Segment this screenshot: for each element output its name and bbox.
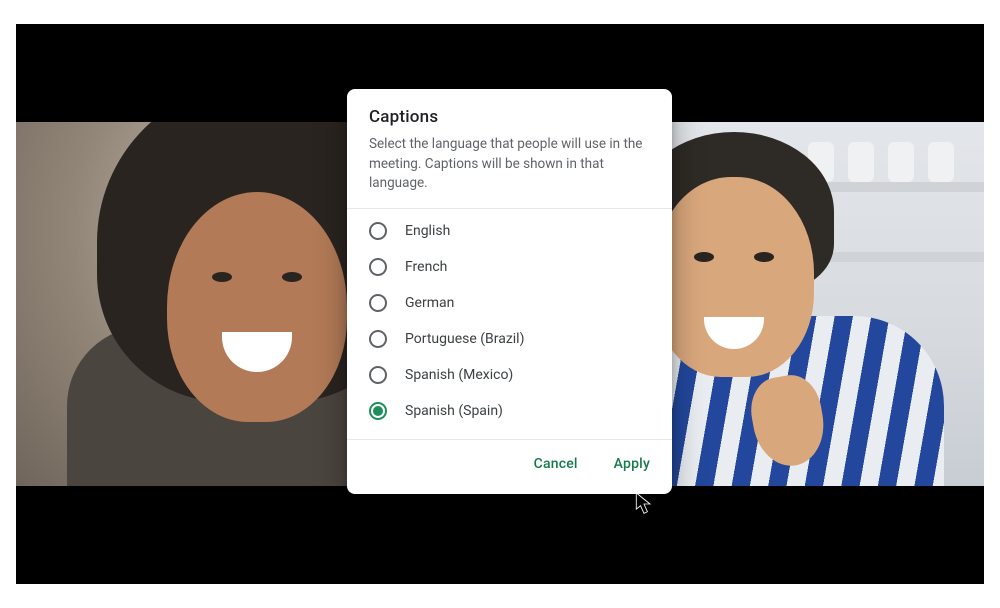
- language-option-label: English: [405, 223, 450, 239]
- letterbox-bottom: [16, 486, 984, 584]
- captions-dialog: Captions Select the language that people…: [347, 89, 672, 494]
- language-option-english[interactable]: English: [347, 213, 672, 249]
- cancel-button[interactable]: Cancel: [530, 450, 582, 478]
- language-option-label: French: [405, 259, 447, 275]
- language-option-label: Portuguese (Brazil): [405, 331, 524, 347]
- language-option-spanish-spain[interactable]: Spanish (Spain): [347, 393, 672, 429]
- language-option-french[interactable]: French: [347, 249, 672, 285]
- language-option-label: Spanish (Mexico): [405, 367, 513, 383]
- radio-icon: [369, 294, 387, 312]
- language-option-spanish-mexico[interactable]: Spanish (Mexico): [347, 357, 672, 393]
- radio-icon: [369, 258, 387, 276]
- language-option-portuguese-brazil[interactable]: Portuguese (Brazil): [347, 321, 672, 357]
- video-call-screen: Captions Select the language that people…: [0, 0, 1000, 608]
- radio-icon: [369, 222, 387, 240]
- dialog-header: Captions Select the language that people…: [347, 89, 672, 208]
- dialog-title: Captions: [369, 107, 650, 127]
- dialog-description: Select the language that people will use…: [369, 135, 650, 194]
- radio-icon: [369, 366, 387, 384]
- language-option-label: German: [405, 295, 454, 311]
- radio-icon: [369, 402, 387, 420]
- apply-button[interactable]: Apply: [610, 450, 654, 478]
- language-option-german[interactable]: German: [347, 285, 672, 321]
- dialog-actions: Cancel Apply: [347, 440, 672, 494]
- language-option-label: Spanish (Spain): [405, 403, 503, 419]
- radio-icon: [369, 330, 387, 348]
- language-option-list: English French German Portuguese (Brazil…: [347, 209, 672, 439]
